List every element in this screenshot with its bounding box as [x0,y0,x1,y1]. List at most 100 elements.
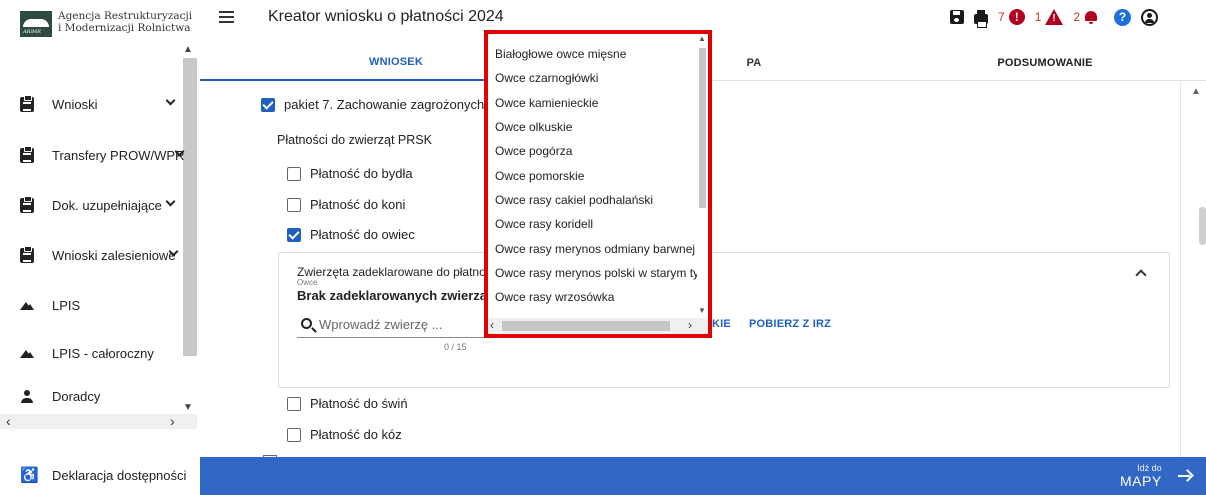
help-icon[interactable]: ? [1114,8,1132,26]
sidebar-item-label: Transfery PROW/WPR [52,147,185,163]
chevron-down-icon [165,95,176,106]
tab-podsumowanie[interactable]: PODSUMOWANIE [890,44,1200,81]
tab-mapa[interactable]: PA [694,44,814,81]
breed-dropdown: Białogłowe owce mięsne Owce czarnogłówki… [484,30,712,338]
sidebar-item-wnioski-zalesieniowe[interactable]: Wnioski zalesieniowe [20,243,182,267]
payment-goats-label: Płatność do kóz [310,427,402,442]
payment-horses-label: Płatność do koni [310,197,406,212]
dropdown-scroll-thumb[interactable] [699,48,706,208]
package-7-checkbox[interactable] [261,98,275,112]
sidebar-item-transfery[interactable]: Transfery PROW/WPR [20,143,185,167]
breed-option[interactable]: Owce pogórza [492,139,698,163]
breed-option[interactable]: Owce czarnogłówki [492,66,698,90]
clipboard-icon [20,245,34,263]
logo-text: Agencja Restrukturyzacji i Modernizacji … [58,10,192,34]
payment-horses-checkbox[interactable] [287,198,301,212]
account-icon[interactable] [1141,8,1159,26]
scroll-right-icon[interactable]: › [170,414,175,428]
payment-pigs-checkbox[interactable] [287,397,301,411]
panel-title: Zwierzęta zadeklarowane do płatnośc [297,265,498,279]
payment-pigs-label: Płatność do świń [310,396,408,411]
sidebar-item-lpis[interactable]: LPIS [20,293,182,317]
panel-subtitle: Owce [297,278,318,287]
chevron-up-icon[interactable] [1135,269,1147,281]
scroll-left-icon[interactable]: ‹ [6,414,11,428]
dropdown-vertical-scrollbar[interactable]: ▲ ▼ [697,34,708,317]
breed-option[interactable]: Owce rasy koridell [492,212,698,236]
breed-option-list: Białogłowe owce mięsne Owce czarnogłówki… [492,42,698,309]
scroll-right-icon[interactable]: › [688,318,692,332]
chevron-down-icon [165,196,176,207]
page-title: Kreator wniosku o płatności 2024 [268,8,504,25]
payment-sheep-checkbox[interactable] [287,228,301,242]
payment-cattle-checkbox[interactable] [287,167,301,181]
main-scrollbar-thumb[interactable] [1199,207,1206,245]
go-to-map-button[interactable]: Idź do MAPY [1120,463,1162,489]
breed-option[interactable]: Białogłowe owce mięsne [492,42,698,66]
sidebar-item-label: Doradcy [52,388,101,404]
logo-text-line1: Agencja Restrukturyzacji [58,10,193,22]
clipboard-icon [20,145,34,163]
breed-option[interactable]: Owce pomorskie [492,163,698,187]
link-button-partial[interactable]: KIE [712,318,731,330]
main-scroll-up-icon[interactable]: ▲ [1191,86,1201,97]
sidebar-item-doradcy[interactable]: Doradcy [20,384,182,408]
payment-goats-checkbox[interactable] [287,428,301,442]
search-underline [297,337,487,338]
sidebar-item-label: Dok. uzupełniające [52,197,162,213]
error-icon[interactable]: ! [1008,9,1025,25]
payment-sheep-label: Płatność do owiec [310,227,415,242]
sidebar-item-label: Wnioski zalesieniowe [52,247,176,263]
person-icon [20,389,34,404]
package-7-label: pakiet 7. Zachowanie zagrożonych za [284,97,502,112]
breed-option[interactable]: Owce kamienieckie [492,91,698,115]
sidebar-scroll-up-icon[interactable]: ▲ [183,44,193,55]
error-count: 7 [998,10,1005,24]
accessibility-icon: ♿ [20,466,39,484]
dropdown-hscroll-thumb[interactable] [502,321,670,331]
dropdown-horizontal-scrollbar[interactable]: ‹ › [488,318,708,334]
sidebar-item-label: Deklaracja dostępności [52,467,187,483]
arrow-right-icon[interactable] [1178,469,1192,483]
arimr-logo-mark: ARiMR [20,11,52,37]
sidebar-horizontal-scrollbar[interactable]: ‹ › [0,414,197,429]
menu-icon[interactable] [219,11,234,23]
breed-option[interactable]: Owce rasy wrzosówka [492,285,698,309]
logo-text-line2: i Modernizacji Rolnictwa [58,22,191,34]
sidebar-item-label: LPIS [52,297,81,313]
warning-count: 1 [1034,10,1042,24]
footer-bar: Idź do MAPY [200,457,1206,495]
bell-icon[interactable] [1084,10,1098,24]
breed-option[interactable]: Owce olkuskie [492,115,698,139]
scroll-left-icon[interactable]: ‹ [490,318,494,332]
mountain-icon [20,346,34,361]
sidebar-item-dok-uzupelniajace[interactable]: Dok. uzupełniające [20,193,182,217]
print-icon[interactable] [974,10,988,28]
search-counter: 0 / 15 [444,342,467,352]
mountain-icon [20,298,34,313]
search-icon [301,318,312,329]
sidebar-item-deklaracja-dostepnosci[interactable]: ♿ Deklaracja dostępności [20,463,186,487]
sidebar-item-wnioski[interactable]: Wnioski [20,92,182,116]
content-divider [1180,82,1181,457]
scroll-up-icon[interactable]: ▲ [698,34,706,43]
sidebar-item-label: Wnioski [52,96,98,112]
panel-empty-text: Brak zadeklarowanych zwierząt. [297,288,495,303]
sidebar: ARiMR Agencja Restrukturyzacji i Moderni… [0,0,200,495]
sidebar-item-label: LPIS - całoroczny [52,345,154,361]
sidebar-scrollbar-thumb[interactable] [183,58,197,356]
breed-option[interactable]: Owce rasy merynos polski w starym typie [492,261,698,285]
section-title: Płatności do zwierząt PRSK [277,133,432,147]
notification-count: 2 [1073,10,1081,24]
warning-icon[interactable]: ! [1045,9,1064,25]
payment-cattle-label: Płatność do bydła [310,166,413,181]
breed-option[interactable]: Owce rasy merynos odmiany barwnej [492,236,698,260]
fetch-from-irz-button[interactable]: POBIERZ Z IRZ [749,318,831,330]
animal-search-input[interactable] [319,313,489,335]
sidebar-scroll-down-icon[interactable]: ▼ [183,402,193,413]
sidebar-item-lpis-caloroczny[interactable]: LPIS - całoroczny [20,341,182,365]
breed-option[interactable]: Owce rasy cakiel podhalański [492,188,698,212]
arimr-logo[interactable]: ARiMR Agencja Restrukturyzacji i Moderni… [20,9,192,43]
save-icon[interactable] [950,10,964,24]
scroll-down-icon[interactable]: ▼ [698,306,706,315]
